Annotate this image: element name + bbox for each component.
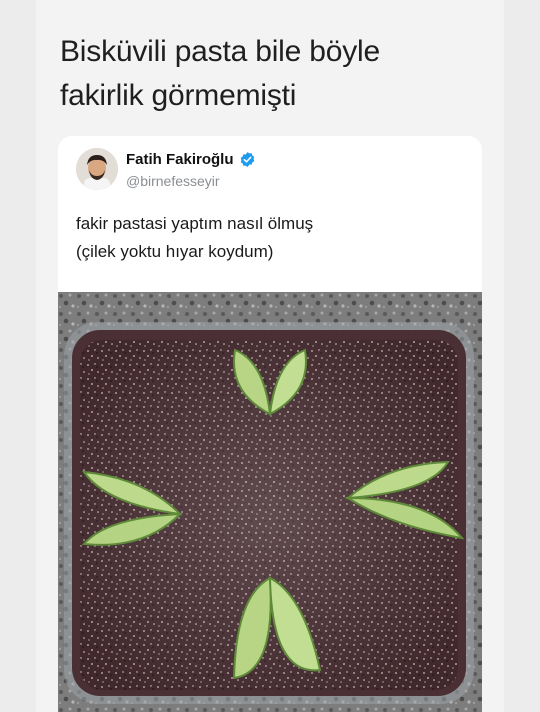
tweet-photo[interactable] — [58, 292, 482, 712]
tweet-text-line-1: fakir pastasi yaptım nasıl ölmuş — [76, 214, 314, 233]
avatar[interactable] — [76, 148, 118, 190]
author-handle[interactable]: @birnefesseyir — [126, 173, 220, 189]
post-headline: Bisküvili pasta bile böyle fakirlik görm… — [60, 30, 490, 118]
author-name[interactable]: Fatih Fakiroğlu — [126, 151, 234, 168]
headline-line-1: Bisküvili pasta bile böyle — [60, 35, 380, 68]
avatar-image — [76, 148, 118, 190]
tweet-text-line-2: (çilek yoktu hıyar koydum) — [76, 242, 274, 261]
verified-badge-icon — [240, 152, 254, 167]
tweet-text: fakir pastasi yaptım nasıl ölmuş (çilek … — [76, 210, 466, 266]
headline-line-2: fakirlik görmemişti — [60, 79, 297, 112]
embedded-tweet-card[interactable]: Fatih Fakiroğlu @birnefesseyir fakir pas… — [58, 136, 482, 712]
cake-photo-image — [58, 292, 482, 712]
